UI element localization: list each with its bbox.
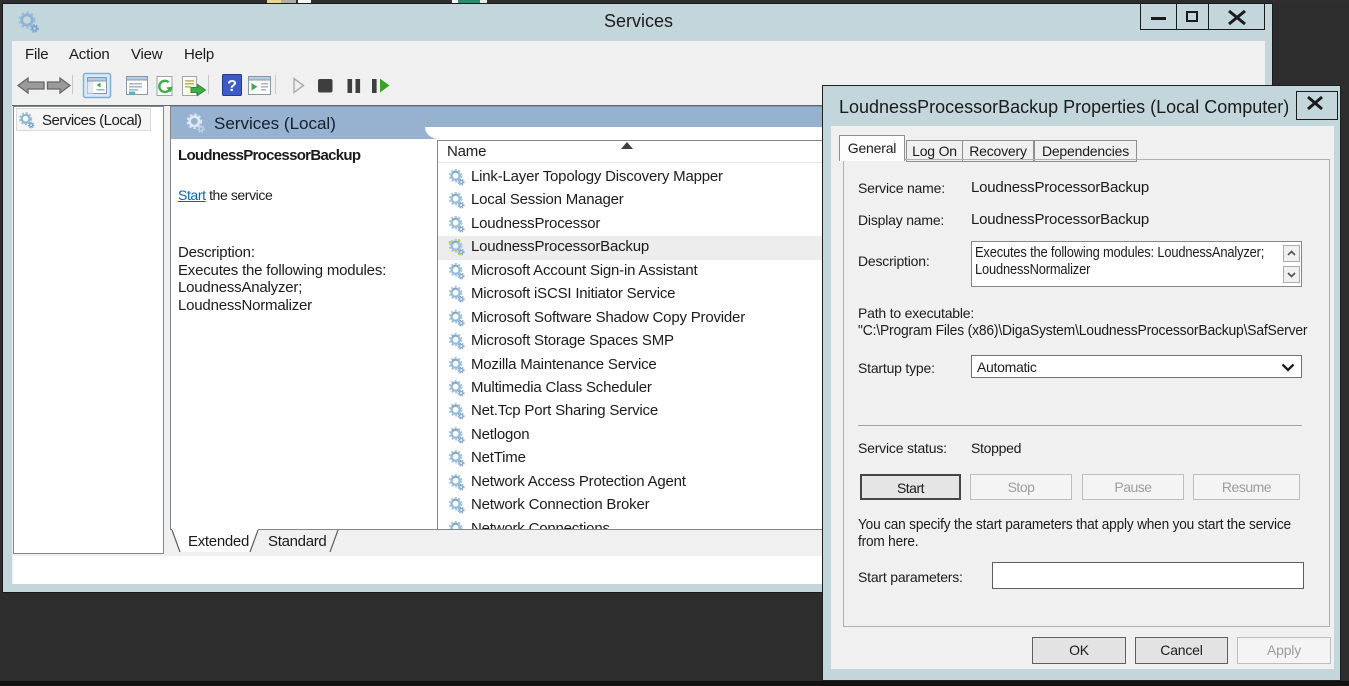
svg-text:?: ? [227,78,237,95]
